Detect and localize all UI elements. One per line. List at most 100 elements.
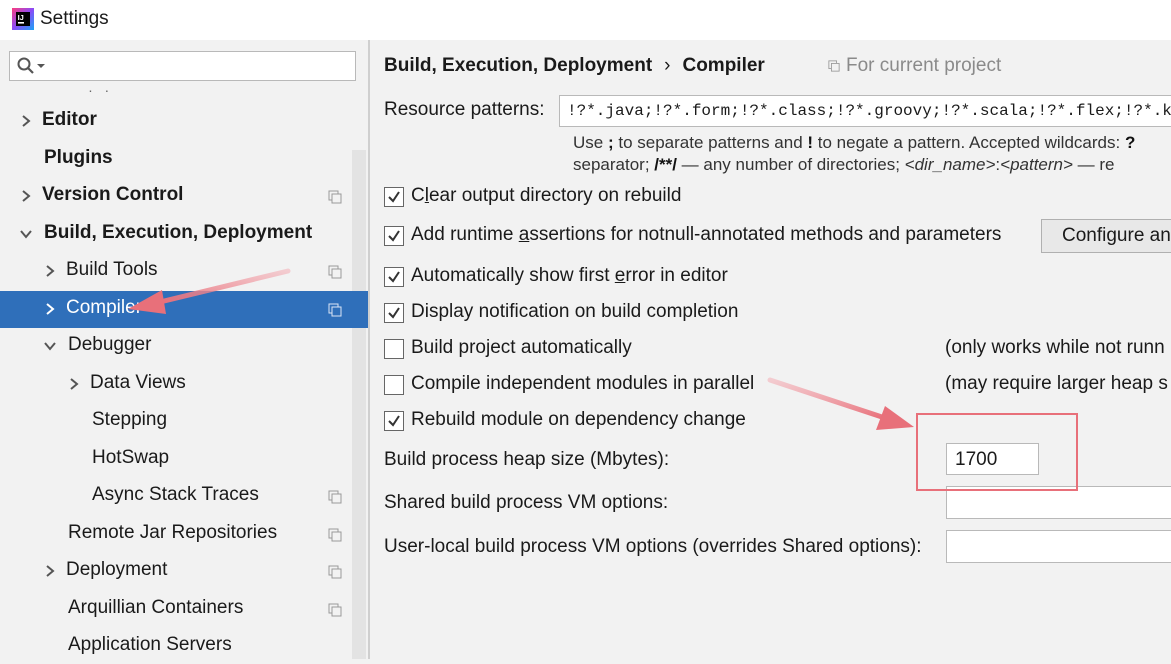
option-label: Rebuild module on dependency change [411, 409, 746, 430]
resource-patterns-hint-line2: separator; /**/ — any number of director… [573, 155, 1114, 175]
tree-item-editor[interactable]: Editor [0, 103, 368, 139]
tree-item-label: Application Servers [68, 634, 232, 655]
hint-text: <pattern> [1000, 155, 1073, 174]
tree-item-label: Plugins [44, 147, 113, 168]
tree-item-label: Debugger [68, 334, 152, 355]
breadcrumb: Build, Execution, Deployment › Compiler [384, 55, 765, 77]
chevron-right-icon[interactable] [19, 189, 33, 203]
label-text: Add runtime [411, 224, 519, 245]
resource-patterns-input[interactable]: !?*.java;!?*.form;!?*.class;!?*.groovy;!… [559, 95, 1171, 127]
option-label: Compile independent modules in parallel [411, 373, 755, 394]
tree-item-plugins[interactable]: Plugins [0, 141, 368, 177]
project-scope-icon [328, 565, 342, 579]
tree-item-label: Version Control [42, 184, 184, 205]
tree-item-label: Remote Jar Repositories [68, 522, 278, 543]
checkmark-icon [388, 271, 400, 283]
option-label: Display notification on build completion [411, 301, 739, 322]
tree-item-arquillian-containers[interactable]: Arquillian Containers [0, 591, 368, 627]
search-icon[interactable] [17, 57, 47, 75]
tree-item-version-control[interactable]: Version Control [0, 178, 368, 214]
hint-text: ? [1124, 133, 1136, 152]
tree-item-label: Build Tools [66, 259, 158, 280]
checkbox[interactable] [384, 303, 404, 323]
checkmark-icon [388, 230, 400, 242]
heap-size-label: Build process heap size (Mbytes): [384, 449, 670, 470]
configure-annotations-button[interactable]: Configure an [1041, 219, 1171, 253]
label-text: ear output directory on rebuild [428, 185, 682, 206]
label-text: ssertions for notnull-annotated methods … [529, 224, 1002, 245]
project-scope-icon [328, 190, 342, 204]
tree-item-build-execution-deployment[interactable]: Build, Execution, Deployment [0, 216, 368, 252]
chevron-right-icon[interactable] [43, 302, 57, 316]
svg-text:IJ: IJ [18, 13, 24, 22]
mnemonic: e [614, 265, 626, 286]
tree-item-label: Editor [42, 109, 97, 130]
label-text: rror in editor [625, 265, 728, 286]
chevron-right-icon[interactable] [43, 564, 57, 578]
hint-text: to negate a pattern. Accepted wildcards: [813, 133, 1125, 152]
tree-item-compiler[interactable]: Compiler [0, 291, 368, 328]
tree-item-data-views[interactable]: Data Views [0, 366, 368, 402]
hint-text: <dir_name> [904, 155, 996, 174]
checkbox[interactable] [384, 226, 404, 246]
resource-patterns-hint-line1: Use ; to separate patterns and ! to nega… [573, 133, 1135, 153]
tree-item-label: Arquillian Containers [68, 597, 244, 618]
settings-search-input[interactable] [9, 51, 356, 81]
hint-text: Use [573, 133, 608, 152]
tree-item-label: Deployment [66, 559, 168, 580]
hint-text: — any number of directories; [676, 155, 905, 174]
tree-item-async-stack-traces[interactable]: Async Stack Traces [0, 478, 368, 514]
resource-patterns-label: Resource patterns: [384, 99, 545, 120]
chevron-right-icon[interactable] [67, 377, 81, 391]
tree-item-label: HotSwap [92, 447, 170, 468]
parallel-compile-note: (may require larger heap s [945, 373, 1168, 394]
build-automatically-note: (only works while not runn [945, 337, 1165, 358]
chevron-right-icon[interactable] [43, 264, 57, 278]
tree-item-hotswap[interactable]: HotSwap [0, 441, 368, 477]
option-label: Clear output directory on rebuild [411, 185, 681, 207]
checkbox[interactable] [384, 339, 404, 359]
checkbox[interactable] [384, 187, 404, 207]
tree-item-label: Stepping [92, 409, 168, 430]
label-text: C [411, 185, 425, 206]
tree-item-build-tools[interactable]: Build Tools [0, 253, 368, 289]
tree-item-remote-jar-repositories[interactable]: Remote Jar Repositories [0, 516, 368, 552]
project-scope-icon [328, 603, 342, 617]
tree-item-label: Build, Execution, Deployment [44, 222, 313, 243]
window-title: Settings [40, 8, 109, 29]
chevron-down-icon[interactable] [19, 227, 33, 241]
scope-indicator: For current project [828, 55, 1001, 77]
chevron-right-icon[interactable] [19, 114, 33, 128]
intellij-logo-icon: IJ [12, 8, 34, 30]
tree-item-label: Async Stack Traces [92, 484, 259, 505]
breadcrumb-current: Compiler [682, 55, 765, 76]
hint-text: to separate patterns and [613, 133, 808, 152]
tree-item-stepping[interactable]: Stepping [0, 403, 368, 439]
project-scope-icon [828, 60, 840, 72]
option-label: Build project automatically [411, 337, 632, 358]
label-text: Automatically show first [411, 265, 615, 286]
chevron-down-icon[interactable] [43, 339, 57, 353]
checkbox[interactable] [384, 375, 404, 395]
mnemonic: a [518, 224, 530, 245]
checkmark-icon [388, 415, 400, 427]
checkmark-icon [388, 191, 400, 203]
hint-text: /**/ [654, 155, 677, 174]
checkbox[interactable] [384, 411, 404, 431]
tree-item-deployment[interactable]: Deployment [0, 553, 368, 589]
checkbox[interactable] [384, 267, 404, 287]
option-label: Automatically show first error in editor [411, 265, 728, 287]
svg-text:· , · ,: · , · , [80, 89, 109, 92]
tree-item-label: Data Views [90, 372, 186, 393]
project-scope-icon [328, 265, 342, 279]
project-scope-icon [328, 303, 342, 317]
checkmark-icon [388, 307, 400, 319]
hint-text: separator; [573, 155, 655, 174]
annotation-highlight-box [916, 413, 1078, 491]
tree-item-debugger[interactable]: Debugger [0, 328, 368, 364]
breadcrumb-separator: › [664, 55, 671, 76]
shared-vm-options-label: Shared build process VM options: [384, 492, 669, 513]
user-vm-options-input[interactable] [946, 530, 1171, 563]
title-bar: IJ Settings [0, 0, 1171, 40]
tree-item-label: Compiler [66, 297, 143, 318]
